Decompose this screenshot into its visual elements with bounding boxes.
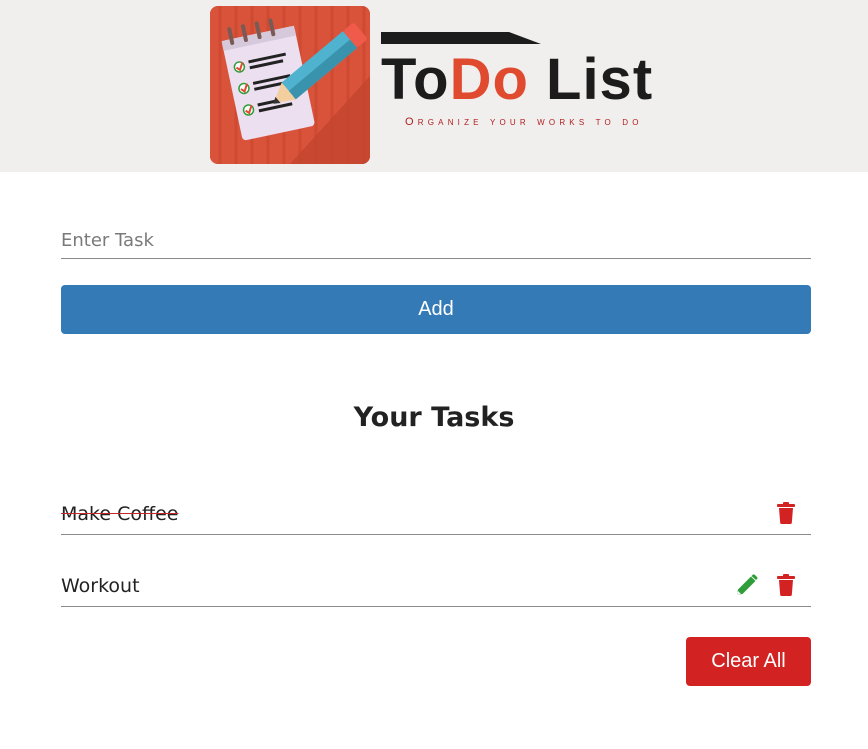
trash-icon[interactable] <box>775 574 797 596</box>
logo-word-list: List <box>546 47 654 112</box>
trash-icon[interactable] <box>775 502 797 524</box>
logo-title: ToDo List <box>381 48 653 112</box>
task-row: Make Coffee <box>61 486 811 535</box>
add-button[interactable]: Add <box>61 285 811 334</box>
logo-wordmark: ToDo List Organize your works to do <box>381 30 671 140</box>
task-text[interactable]: Make Coffee <box>61 503 178 525</box>
logo-cap-shape <box>381 32 541 44</box>
clear-all-button[interactable]: Clear All <box>686 637 811 686</box>
app-header: ToDo List Organize your works to do <box>0 0 868 172</box>
task-input[interactable] <box>61 222 811 259</box>
notepad-pencil-icon <box>210 6 370 164</box>
logo-tagline: Organize your works to do <box>405 116 643 128</box>
logo-word-do: Do <box>449 47 529 112</box>
task-text[interactable]: Workout <box>61 575 140 597</box>
logo-word-to: To <box>381 47 450 112</box>
tasks-heading: Your Tasks <box>353 402 515 433</box>
task-row: Workout <box>61 558 811 607</box>
edit-pencil-icon[interactable] <box>736 574 758 596</box>
